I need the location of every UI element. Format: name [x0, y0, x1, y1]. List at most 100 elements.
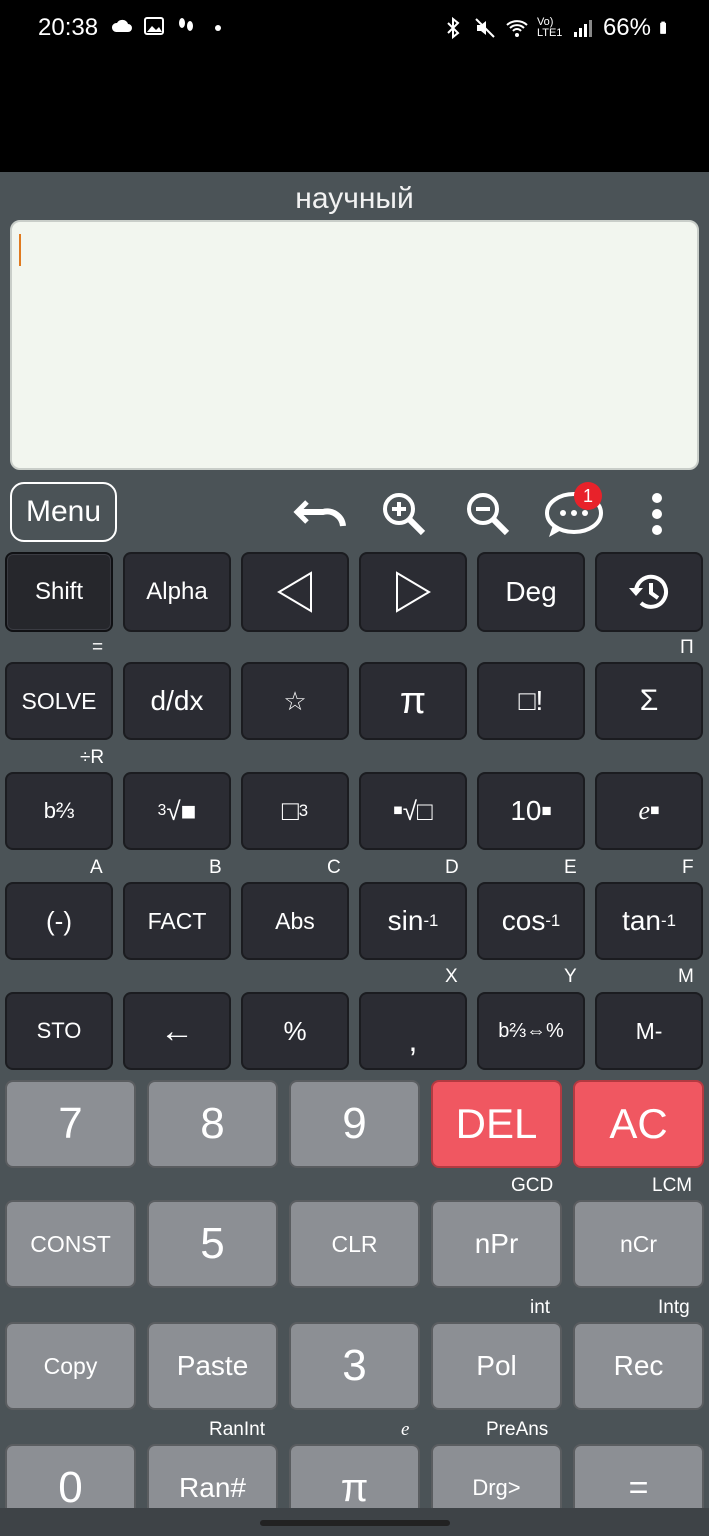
- alpha-key[interactable]: Alpha: [123, 552, 231, 632]
- pi-key[interactable]: π: [359, 662, 467, 740]
- cube-key[interactable]: □ 3: [241, 772, 349, 850]
- fraction-key[interactable]: b⅔: [5, 772, 113, 850]
- toolbar: Menu 1: [0, 480, 709, 546]
- undo-button[interactable]: [292, 486, 348, 542]
- arctan-key[interactable]: tan -1: [595, 882, 703, 960]
- cube-root-key[interactable]: 3 √■: [123, 772, 231, 850]
- factorial-key[interactable]: □!: [477, 662, 585, 740]
- root-index-box: ■: [393, 802, 403, 819]
- cursor-right-key[interactable]: [359, 552, 467, 632]
- angle-unit-key[interactable]: Deg: [477, 552, 585, 632]
- signal-icon: [573, 20, 592, 37]
- battery-icon: [660, 21, 666, 34]
- ten-base: 10: [510, 795, 542, 826]
- tan-inverse-exp: -1: [661, 911, 676, 930]
- chat-button[interactable]: 1: [542, 482, 606, 542]
- sin-inverse-exp: -1: [423, 911, 439, 930]
- sin-label: sin: [387, 905, 424, 936]
- alpha-m-label: M: [678, 966, 694, 987]
- home-indicator[interactable]: [260, 1520, 450, 1526]
- lcm-shift-label: LCM: [652, 1175, 693, 1196]
- copy-key[interactable]: Copy: [5, 1322, 136, 1410]
- bluetooth-icon: [447, 16, 460, 40]
- alpha-x-label: X: [445, 966, 458, 987]
- preans-shift-label: PreAns: [486, 1419, 549, 1440]
- sum-shift-label: Π: [680, 637, 694, 658]
- fact-key[interactable]: FACT: [123, 882, 231, 960]
- tan-label: tan: [622, 905, 661, 936]
- fraction-percent-key[interactable]: b⅔⇔%: [477, 992, 585, 1070]
- solve-key[interactable]: SOLVE: [5, 662, 113, 740]
- digit-7-key[interactable]: 7: [5, 1080, 136, 1168]
- wifi-icon: [506, 20, 528, 37]
- int-shift-label: int: [530, 1297, 551, 1318]
- memory-minus-key[interactable]: M-: [595, 992, 703, 1070]
- favorite-key[interactable]: ☆: [241, 662, 349, 740]
- gcd-shift-label: GCD: [511, 1175, 554, 1196]
- digit-9-key[interactable]: 9: [289, 1080, 420, 1168]
- zoom-out-icon: [467, 493, 510, 536]
- backspace-arrow-key[interactable]: ←: [123, 992, 231, 1070]
- digit-3-key[interactable]: 3: [289, 1322, 420, 1410]
- arccos-key[interactable]: cos -1: [477, 882, 585, 960]
- percent-key[interactable]: %: [241, 992, 349, 1070]
- summation-key[interactable]: Σ: [595, 662, 703, 740]
- alpha-a-label: A: [90, 857, 103, 878]
- all-clear-key[interactable]: AC: [573, 1080, 704, 1168]
- text-cursor: [19, 234, 21, 266]
- negative-key[interactable]: (-): [5, 882, 113, 960]
- store-key[interactable]: STO: [5, 992, 113, 1070]
- zoom-in-icon: [383, 493, 426, 536]
- expression-display[interactable]: [10, 220, 699, 470]
- more-vertical-icon: [652, 493, 662, 535]
- arcsin-key[interactable]: sin -1: [359, 882, 467, 960]
- intg-shift-label: Intg: [658, 1297, 690, 1318]
- abs-key[interactable]: Abs: [241, 882, 349, 960]
- radical-sign: √■: [166, 795, 197, 826]
- ranint-shift-label: RanInt: [209, 1419, 265, 1440]
- alpha-e-label: E: [564, 857, 577, 878]
- fraction-shift-label: ÷R: [80, 747, 105, 768]
- chat-badge: 1: [574, 482, 602, 510]
- undo-icon: [293, 500, 346, 527]
- const-key[interactable]: CONST: [5, 1200, 136, 1288]
- polar-key[interactable]: Pol: [431, 1322, 562, 1410]
- ten-power-key[interactable]: 10 ■: [477, 772, 585, 850]
- permutation-key[interactable]: nPr: [431, 1200, 562, 1288]
- image-icon: [144, 17, 164, 35]
- mute-icon: [475, 18, 495, 38]
- alpha-c-label: C: [327, 857, 341, 878]
- menu-button[interactable]: Menu: [10, 482, 117, 542]
- radical-sign-box: √□: [402, 795, 433, 826]
- cos-label: cos: [501, 905, 546, 936]
- alpha-y-label: Y: [564, 966, 577, 987]
- ten-exponent-box: ■: [541, 801, 552, 820]
- digit-5-key[interactable]: 5: [147, 1200, 278, 1288]
- cube-exponent: 3: [298, 801, 309, 820]
- overflow-menu-button[interactable]: [630, 486, 684, 542]
- cursor-left-key[interactable]: [241, 552, 349, 632]
- derivative-key[interactable]: d/dx: [123, 662, 231, 740]
- e-shift-label: e: [401, 1419, 410, 1440]
- paste-key[interactable]: Paste: [147, 1322, 278, 1410]
- clear-memory-key[interactable]: CLR: [289, 1200, 420, 1288]
- rectangular-key[interactable]: Rec: [573, 1322, 704, 1410]
- exp-key[interactable]: e ■: [595, 772, 703, 850]
- comma-key[interactable]: ,: [359, 992, 467, 1070]
- combination-key[interactable]: nCr: [573, 1200, 704, 1288]
- e-exponent-box: ■: [650, 802, 660, 819]
- delete-key[interactable]: DEL: [431, 1080, 562, 1168]
- alpha-b-label: B: [209, 857, 222, 878]
- shift-key[interactable]: Shift: [5, 552, 113, 632]
- status-time: 20:38: [38, 14, 99, 41]
- zoom-out-button[interactable]: [460, 486, 516, 542]
- steps-icon: [179, 18, 193, 31]
- solve-shift-label: =: [92, 637, 104, 658]
- history-key[interactable]: [595, 552, 703, 632]
- battery-percent: 66%: [602, 14, 651, 41]
- zoom-in-button[interactable]: [376, 486, 432, 542]
- digit-8-key[interactable]: 8: [147, 1080, 278, 1168]
- nth-root-key[interactable]: ■ √□: [359, 772, 467, 850]
- navigation-bar: [0, 1508, 709, 1536]
- cube-root-index: 3: [157, 802, 167, 819]
